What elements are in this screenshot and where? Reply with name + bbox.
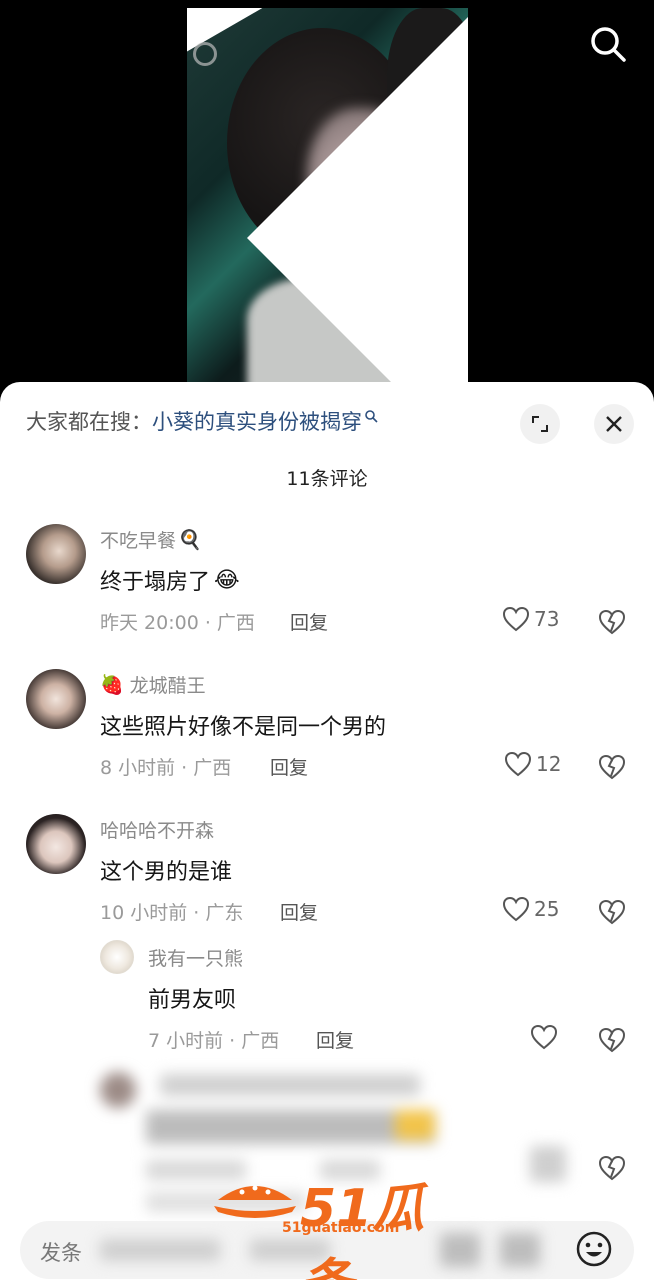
username-text: 我有一只熊 bbox=[148, 948, 244, 970]
like-button[interactable]: 12 bbox=[504, 751, 561, 777]
comment-sheet: 大家都在搜： 小葵的真实身份被揭穿 11条评论 不吃早餐 🍳 终于塌房了 😂 昨… bbox=[0, 382, 654, 1280]
avatar[interactable] bbox=[26, 669, 86, 729]
comment-meta: 10 小时前 · 广东 bbox=[100, 902, 244, 924]
heart-icon bbox=[502, 606, 530, 632]
video-ring bbox=[193, 42, 217, 66]
comment-username[interactable]: 哈哈哈不开森 bbox=[100, 816, 214, 843]
small-search-icon bbox=[365, 410, 378, 423]
comment-text: 前男友呗 bbox=[148, 982, 236, 1014]
strawberry-icon: 🍓 bbox=[100, 674, 124, 696]
broken-heart-icon[interactable] bbox=[598, 753, 626, 781]
username-text: 龙城醋王 bbox=[129, 675, 206, 697]
close-icon bbox=[606, 416, 622, 432]
username-text: 哈哈哈不开森 bbox=[100, 820, 215, 842]
broken-heart-icon[interactable] bbox=[598, 1154, 626, 1182]
video-area[interactable] bbox=[0, 0, 654, 400]
close-button[interactable] bbox=[594, 404, 634, 444]
video-frame[interactable] bbox=[187, 8, 468, 400]
comment-text-content: 终于塌房了 bbox=[100, 570, 211, 595]
heart-icon bbox=[530, 1024, 558, 1050]
reply-button[interactable]: 回复 bbox=[316, 1026, 354, 1053]
avatar[interactable] bbox=[26, 814, 86, 874]
broken-heart-icon[interactable] bbox=[598, 608, 626, 636]
frying-pan-icon: 🍳 bbox=[178, 529, 202, 551]
watermark-logo: 51瓜条 51guatiao.com bbox=[212, 1166, 442, 1280]
search-icon[interactable] bbox=[588, 24, 628, 64]
like-count: 25 bbox=[534, 897, 560, 921]
comment-text: 这个男的是谁 bbox=[100, 854, 232, 886]
like-button[interactable]: 25 bbox=[502, 896, 559, 922]
comment-username[interactable]: 🍓 龙城醋王 bbox=[100, 671, 206, 698]
broken-heart-icon[interactable] bbox=[598, 1026, 626, 1054]
comment-count: 11条评论 bbox=[286, 468, 368, 490]
search-suggestion-prefix: 大家都在搜： bbox=[26, 410, 152, 434]
comment-meta: 昨天 20:00 · 广西 bbox=[100, 612, 255, 634]
reply-button[interactable]: 回复 bbox=[270, 753, 308, 780]
emoji-icon[interactable] bbox=[575, 1230, 613, 1268]
like-button[interactable]: 73 bbox=[502, 606, 559, 632]
like-count: 73 bbox=[534, 607, 560, 631]
like-button[interactable] bbox=[530, 1024, 562, 1050]
reply-button[interactable]: 回复 bbox=[280, 898, 318, 925]
avatar[interactable] bbox=[100, 940, 134, 974]
heart-icon bbox=[502, 896, 530, 922]
watermark-site: 51guatiao.com bbox=[282, 1220, 400, 1236]
avatar[interactable] bbox=[26, 524, 86, 584]
username-text: 不吃早餐 bbox=[100, 530, 177, 552]
expand-icon bbox=[532, 416, 548, 432]
comment-text-content: 这个男的是谁 bbox=[100, 860, 233, 885]
reply-button[interactable]: 回复 bbox=[290, 608, 328, 635]
comment-text-content: 这些照片好像不是同一个男的 bbox=[100, 715, 387, 740]
expand-button[interactable] bbox=[520, 404, 560, 444]
comment-text: 这些照片好像不是同一个男的 bbox=[100, 709, 386, 741]
like-count: 12 bbox=[536, 752, 562, 776]
broken-heart-icon[interactable] bbox=[598, 898, 626, 926]
comment-username[interactable]: 不吃早餐 🍳 bbox=[100, 526, 202, 553]
comment-meta: 7 小时前 · 广西 bbox=[148, 1030, 280, 1052]
comment-meta: 8 小时前 · 广西 bbox=[100, 757, 232, 779]
comment-text: 终于塌房了 😂 bbox=[100, 564, 240, 596]
comment-input-placeholder: 发条 bbox=[40, 1241, 82, 1265]
search-suggestion-query[interactable]: 小葵的真实身份被揭穿 bbox=[152, 406, 362, 436]
search-suggestion[interactable]: 大家都在搜： 小葵的真实身份被揭穿 bbox=[26, 406, 378, 436]
comment-text-content: 前男友呗 bbox=[148, 988, 237, 1013]
heart-icon bbox=[504, 751, 532, 777]
laughing-emoji-icon: 😂 bbox=[214, 567, 240, 593]
comment-username[interactable]: 我有一只熊 bbox=[148, 944, 243, 971]
